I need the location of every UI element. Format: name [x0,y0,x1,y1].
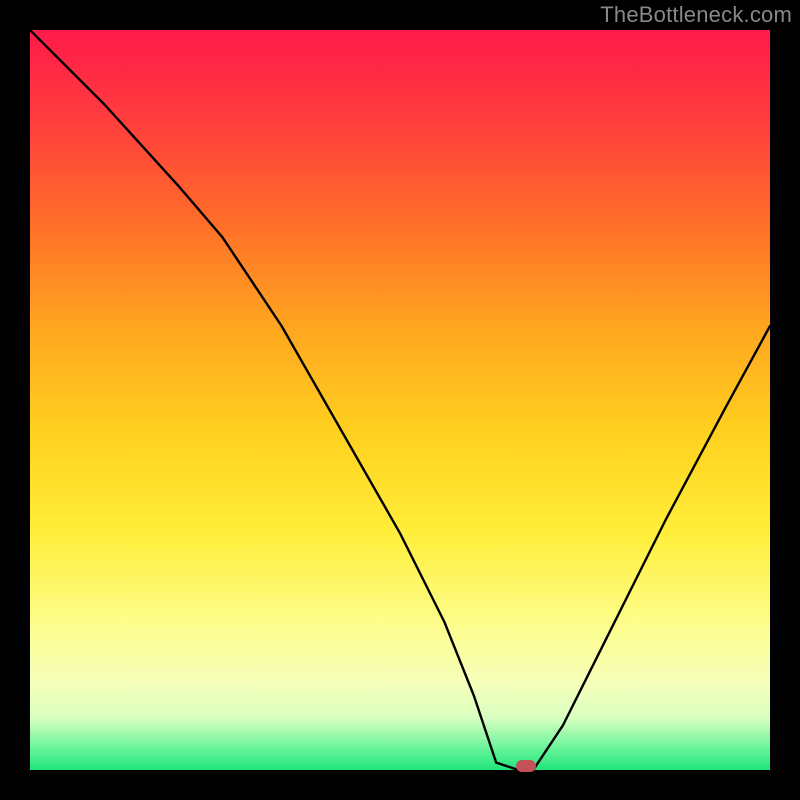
chart-frame: TheBottleneck.com [0,0,800,800]
watermark-text: TheBottleneck.com [600,2,792,28]
optimum-marker [516,760,536,772]
plot-area [30,30,770,770]
bottleneck-curve [30,30,770,770]
